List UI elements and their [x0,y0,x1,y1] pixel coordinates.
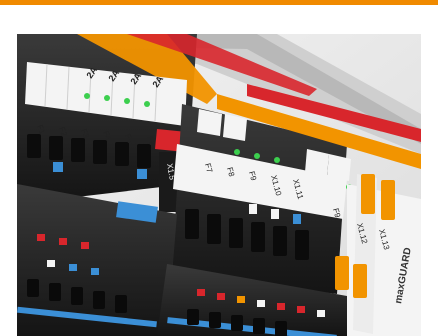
terminal-blocks-photo: 2A 2A 2A 2A F1 F2 F3 F4 F5 F6 X1.5 F7 F8… [17,34,421,336]
product-photo: 2A 2A 2A 2A F1 F2 F3 F4 F5 F6 X1.5 F7 F8… [17,34,421,336]
top-accent-bar [0,0,438,5]
maxguard-module: maxGUARD [335,174,421,336]
